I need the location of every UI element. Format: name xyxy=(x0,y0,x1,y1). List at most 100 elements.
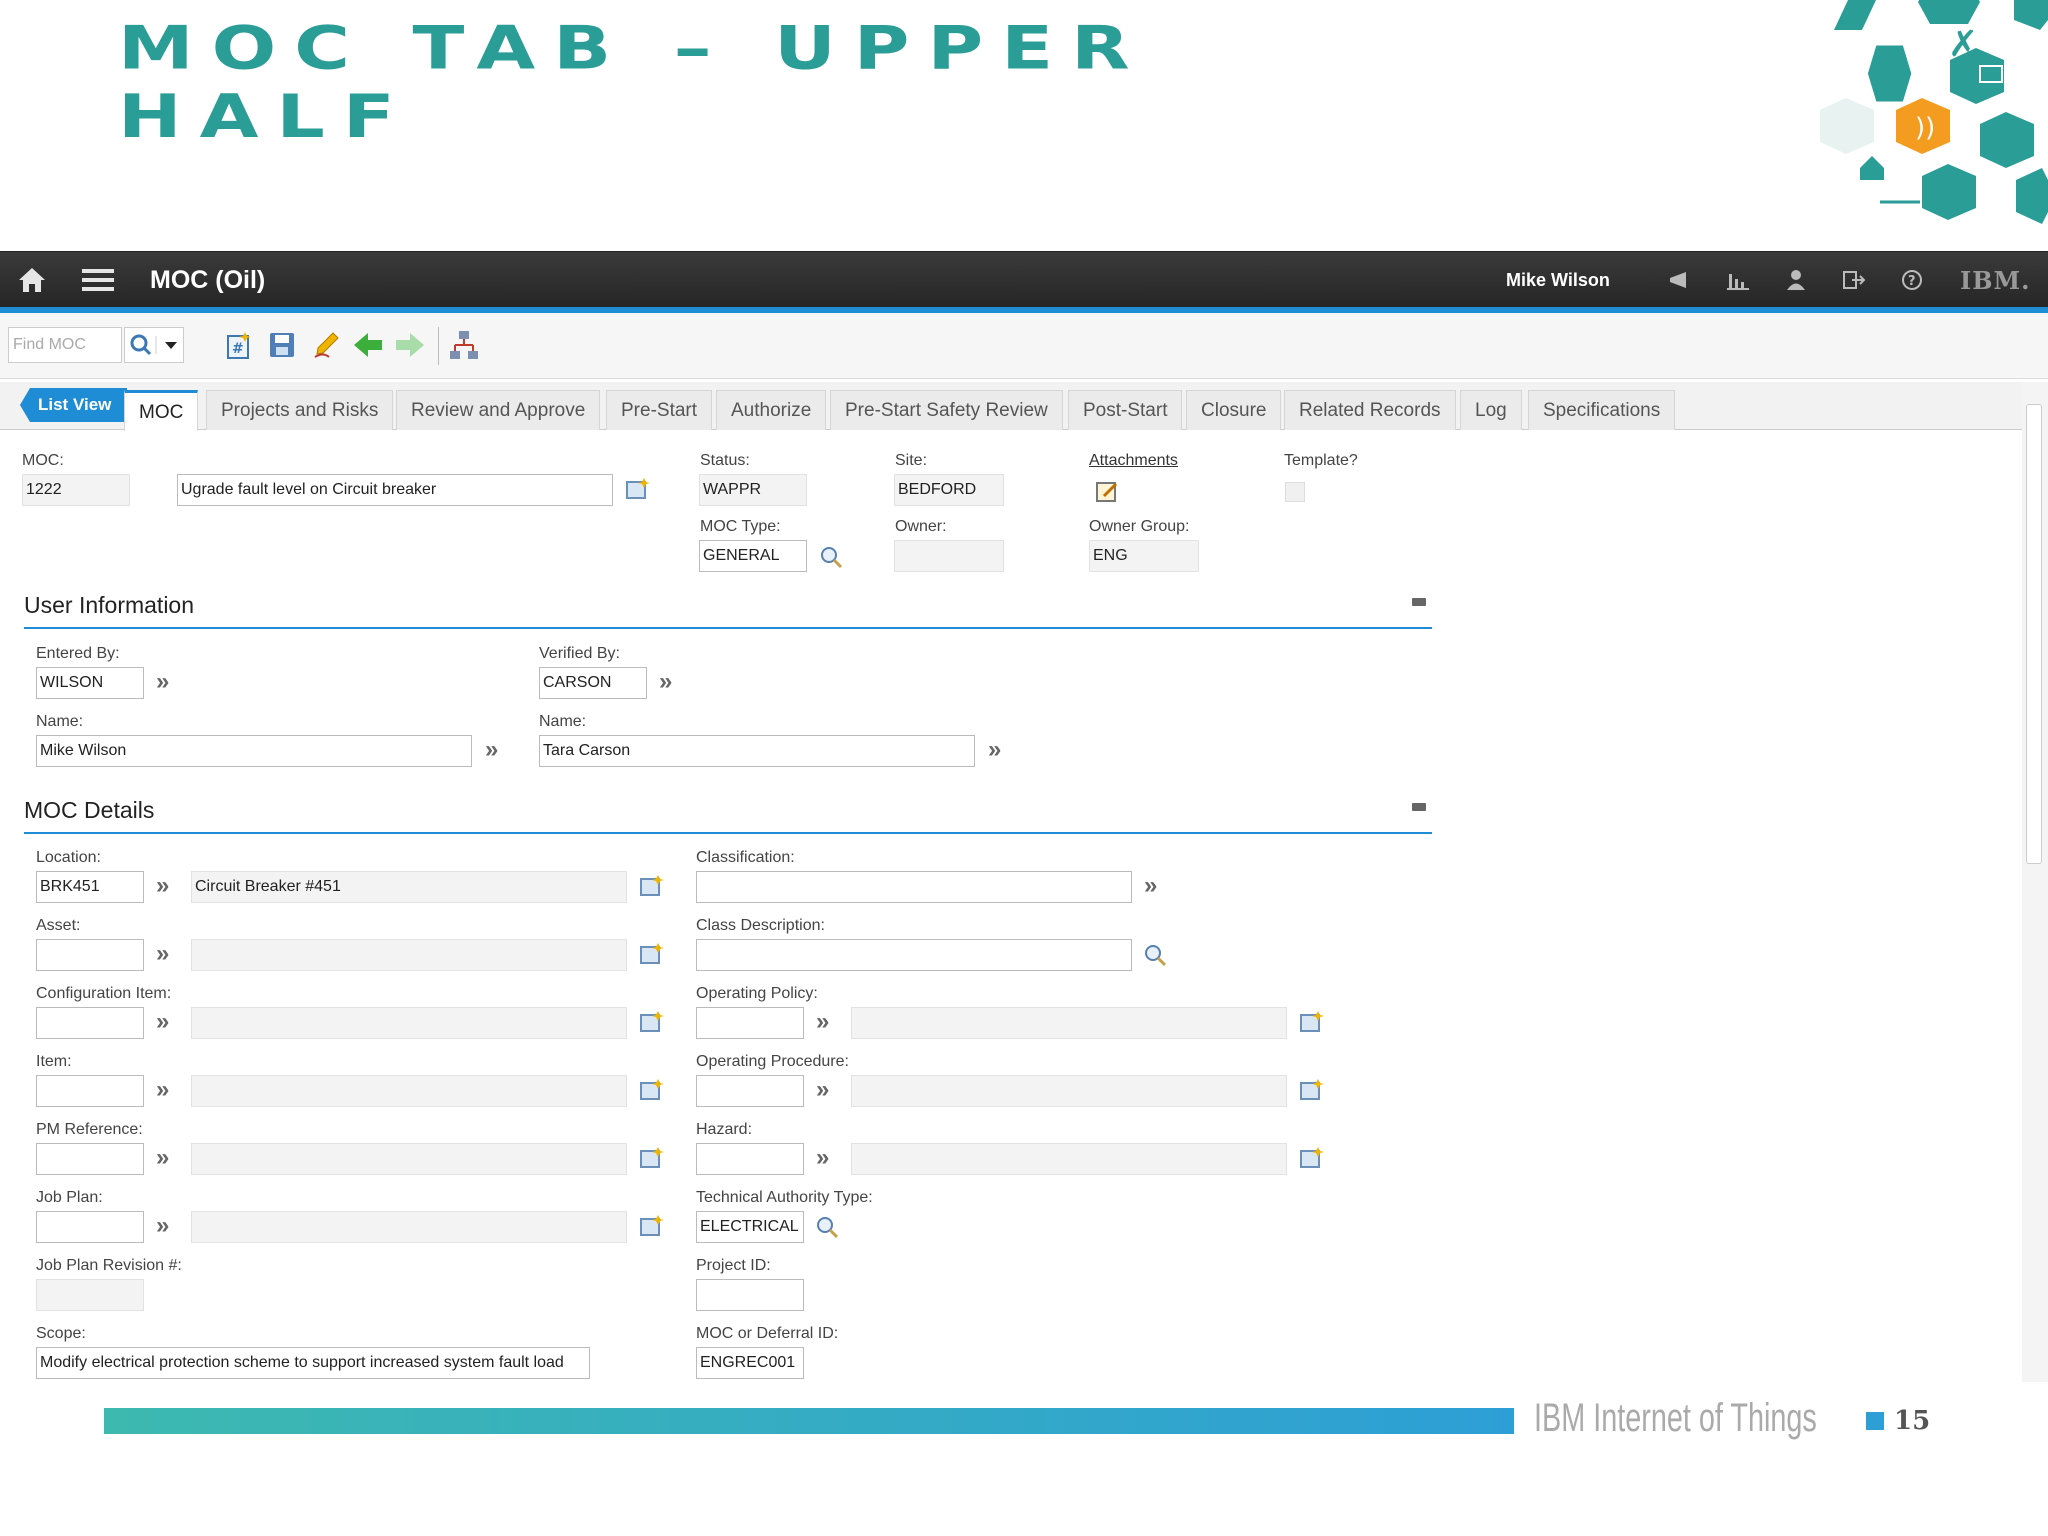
long-description-icon[interactable] xyxy=(638,1213,664,1239)
moc-details-header[interactable]: MOC Details xyxy=(24,797,1432,834)
reports-icon[interactable] xyxy=(1724,264,1752,296)
tab-log[interactable]: Log xyxy=(1460,390,1522,430)
menu-chevron-icon[interactable]: » xyxy=(156,670,178,694)
pm-reference-label: PM Reference: xyxy=(36,1121,143,1138)
menu-chevron-icon[interactable]: » xyxy=(485,738,507,762)
moc-number-field[interactable]: 1222 xyxy=(22,474,130,506)
help-icon[interactable]: ? xyxy=(1898,264,1926,296)
asset-field[interactable] xyxy=(36,939,144,971)
menu-chevron-icon[interactable]: » xyxy=(156,942,178,966)
status-label: Status: xyxy=(700,452,750,469)
search-icon[interactable] xyxy=(814,1214,840,1240)
tab-post-start[interactable]: Post-Start xyxy=(1068,390,1183,430)
long-description-icon[interactable] xyxy=(638,1145,664,1171)
search-icon[interactable] xyxy=(818,544,844,570)
scrollbar-thumb[interactable] xyxy=(2026,404,2042,864)
moc-deferral-id-field[interactable]: ENGREC001 xyxy=(696,1347,804,1379)
hazard-field[interactable] xyxy=(696,1143,804,1175)
sign-out-icon[interactable] xyxy=(1840,264,1868,296)
tab-authorize[interactable]: Authorize xyxy=(716,390,827,430)
next-record-icon[interactable] xyxy=(394,329,426,361)
asset-label: Asset: xyxy=(36,917,81,934)
collapse-icon[interactable] xyxy=(1412,803,1426,811)
long-description-icon[interactable] xyxy=(1298,1145,1324,1171)
item-field[interactable] xyxy=(36,1075,144,1107)
operating-procedure-field[interactable] xyxy=(696,1075,804,1107)
entered-name-field[interactable]: Mike Wilson xyxy=(36,735,472,767)
technical-authority-type-field[interactable]: ELECTRICAL xyxy=(696,1211,804,1243)
moc-type-label: MOC Type: xyxy=(700,518,781,535)
long-description-icon[interactable] xyxy=(638,941,664,967)
find-search-button[interactable] xyxy=(124,327,184,363)
bulletin-icon[interactable] xyxy=(1666,264,1694,296)
menu-icon[interactable] xyxy=(80,264,116,296)
clear-changes-icon[interactable] xyxy=(310,329,342,361)
tab-specifications[interactable]: Specifications xyxy=(1528,390,1676,430)
classification-field[interactable] xyxy=(696,871,1132,903)
menu-chevron-icon[interactable]: » xyxy=(156,1078,178,1102)
job-plan-field[interactable] xyxy=(36,1211,144,1243)
menu-chevron-icon[interactable]: » xyxy=(156,1146,178,1170)
tab-projects-and-risks[interactable]: Projects and Risks xyxy=(206,390,394,430)
moc-description-field[interactable]: Ugrade fault level on Circuit breaker xyxy=(177,474,613,506)
owner-group-field[interactable]: ENG xyxy=(1089,540,1199,572)
long-description-icon[interactable] xyxy=(638,1077,664,1103)
attachments-icon[interactable] xyxy=(1094,478,1120,504)
tab-moc[interactable]: MOC xyxy=(124,390,199,431)
menu-chevron-icon[interactable]: » xyxy=(1144,874,1166,898)
menu-chevron-icon[interactable]: » xyxy=(816,1078,838,1102)
previous-record-icon[interactable] xyxy=(352,329,384,361)
template-checkbox[interactable] xyxy=(1285,482,1305,502)
tab-review-and-approve[interactable]: Review and Approve xyxy=(396,390,601,430)
tab-closure[interactable]: Closure xyxy=(1186,390,1282,430)
hazard-label: Hazard: xyxy=(696,1121,753,1138)
profile-icon[interactable] xyxy=(1782,264,1810,296)
maximo-app-window: MOC (Oil) Mike Wilson ? IBM. Find MOC # … xyxy=(0,251,2048,1382)
owner-field[interactable] xyxy=(894,540,1004,572)
menu-chevron-icon[interactable]: » xyxy=(156,1010,178,1034)
attachments-link[interactable]: Attachments xyxy=(1089,452,1178,470)
long-description-icon[interactable] xyxy=(624,476,650,502)
menu-chevron-icon[interactable]: » xyxy=(156,874,178,898)
menu-chevron-icon[interactable]: » xyxy=(816,1146,838,1170)
entered-by-field[interactable]: WILSON xyxy=(36,667,144,699)
menu-chevron-icon[interactable]: » xyxy=(156,1214,178,1238)
menu-chevron-icon[interactable]: » xyxy=(816,1010,838,1034)
search-icon[interactable] xyxy=(1142,942,1168,968)
home-icon[interactable] xyxy=(14,264,50,296)
long-description-icon[interactable] xyxy=(638,873,664,899)
project-id-field[interactable] xyxy=(696,1279,804,1311)
tab-pre-start[interactable]: Pre-Start xyxy=(606,390,713,430)
site-field: BEDFORD xyxy=(894,474,1004,506)
menu-chevron-icon[interactable]: » xyxy=(988,738,1010,762)
scope-field[interactable]: Modify electrical protection scheme to s… xyxy=(36,1347,590,1379)
moc-type-field[interactable]: GENERAL xyxy=(699,540,807,572)
long-description-icon[interactable] xyxy=(638,1009,664,1035)
slide: MOC TAB – UPPER HALF )) ✗ MOC (Oil) Mike… xyxy=(0,0,2048,1536)
operating-policy-field[interactable] xyxy=(696,1007,804,1039)
menu-chevron-icon[interactable]: » xyxy=(659,670,681,694)
location-field[interactable]: BRK451 xyxy=(36,871,144,903)
verified-by-field[interactable]: CARSON xyxy=(539,667,647,699)
class-description-field[interactable] xyxy=(696,939,1132,971)
technical-authority-type-label: Technical Authority Type: xyxy=(696,1189,873,1206)
long-description-icon[interactable] xyxy=(1298,1009,1324,1035)
workflow-icon[interactable] xyxy=(448,329,480,361)
tab-related-records[interactable]: Related Records xyxy=(1284,390,1456,430)
list-view-tab[interactable]: List View xyxy=(20,388,128,422)
job-plan-revision-label: Job Plan Revision #: xyxy=(36,1257,182,1274)
job-plan-label: Job Plan: xyxy=(36,1189,103,1206)
entered-by-label: Entered By: xyxy=(36,645,120,662)
user-information-header[interactable]: User Information xyxy=(24,592,1432,629)
vertical-scrollbar[interactable] xyxy=(2022,382,2048,1382)
new-record-icon[interactable]: # xyxy=(222,329,254,361)
verified-name-field[interactable]: Tara Carson xyxy=(539,735,975,767)
collapse-icon[interactable] xyxy=(1412,598,1426,606)
slide-title: MOC TAB – UPPER HALF xyxy=(118,13,1148,152)
long-description-icon[interactable] xyxy=(1298,1077,1324,1103)
tab-pre-start-safety-review[interactable]: Pre-Start Safety Review xyxy=(830,390,1063,430)
save-icon[interactable] xyxy=(266,329,298,361)
pm-reference-field[interactable] xyxy=(36,1143,144,1175)
configuration-item-field[interactable] xyxy=(36,1007,144,1039)
find-moc-input[interactable]: Find MOC xyxy=(8,327,122,363)
